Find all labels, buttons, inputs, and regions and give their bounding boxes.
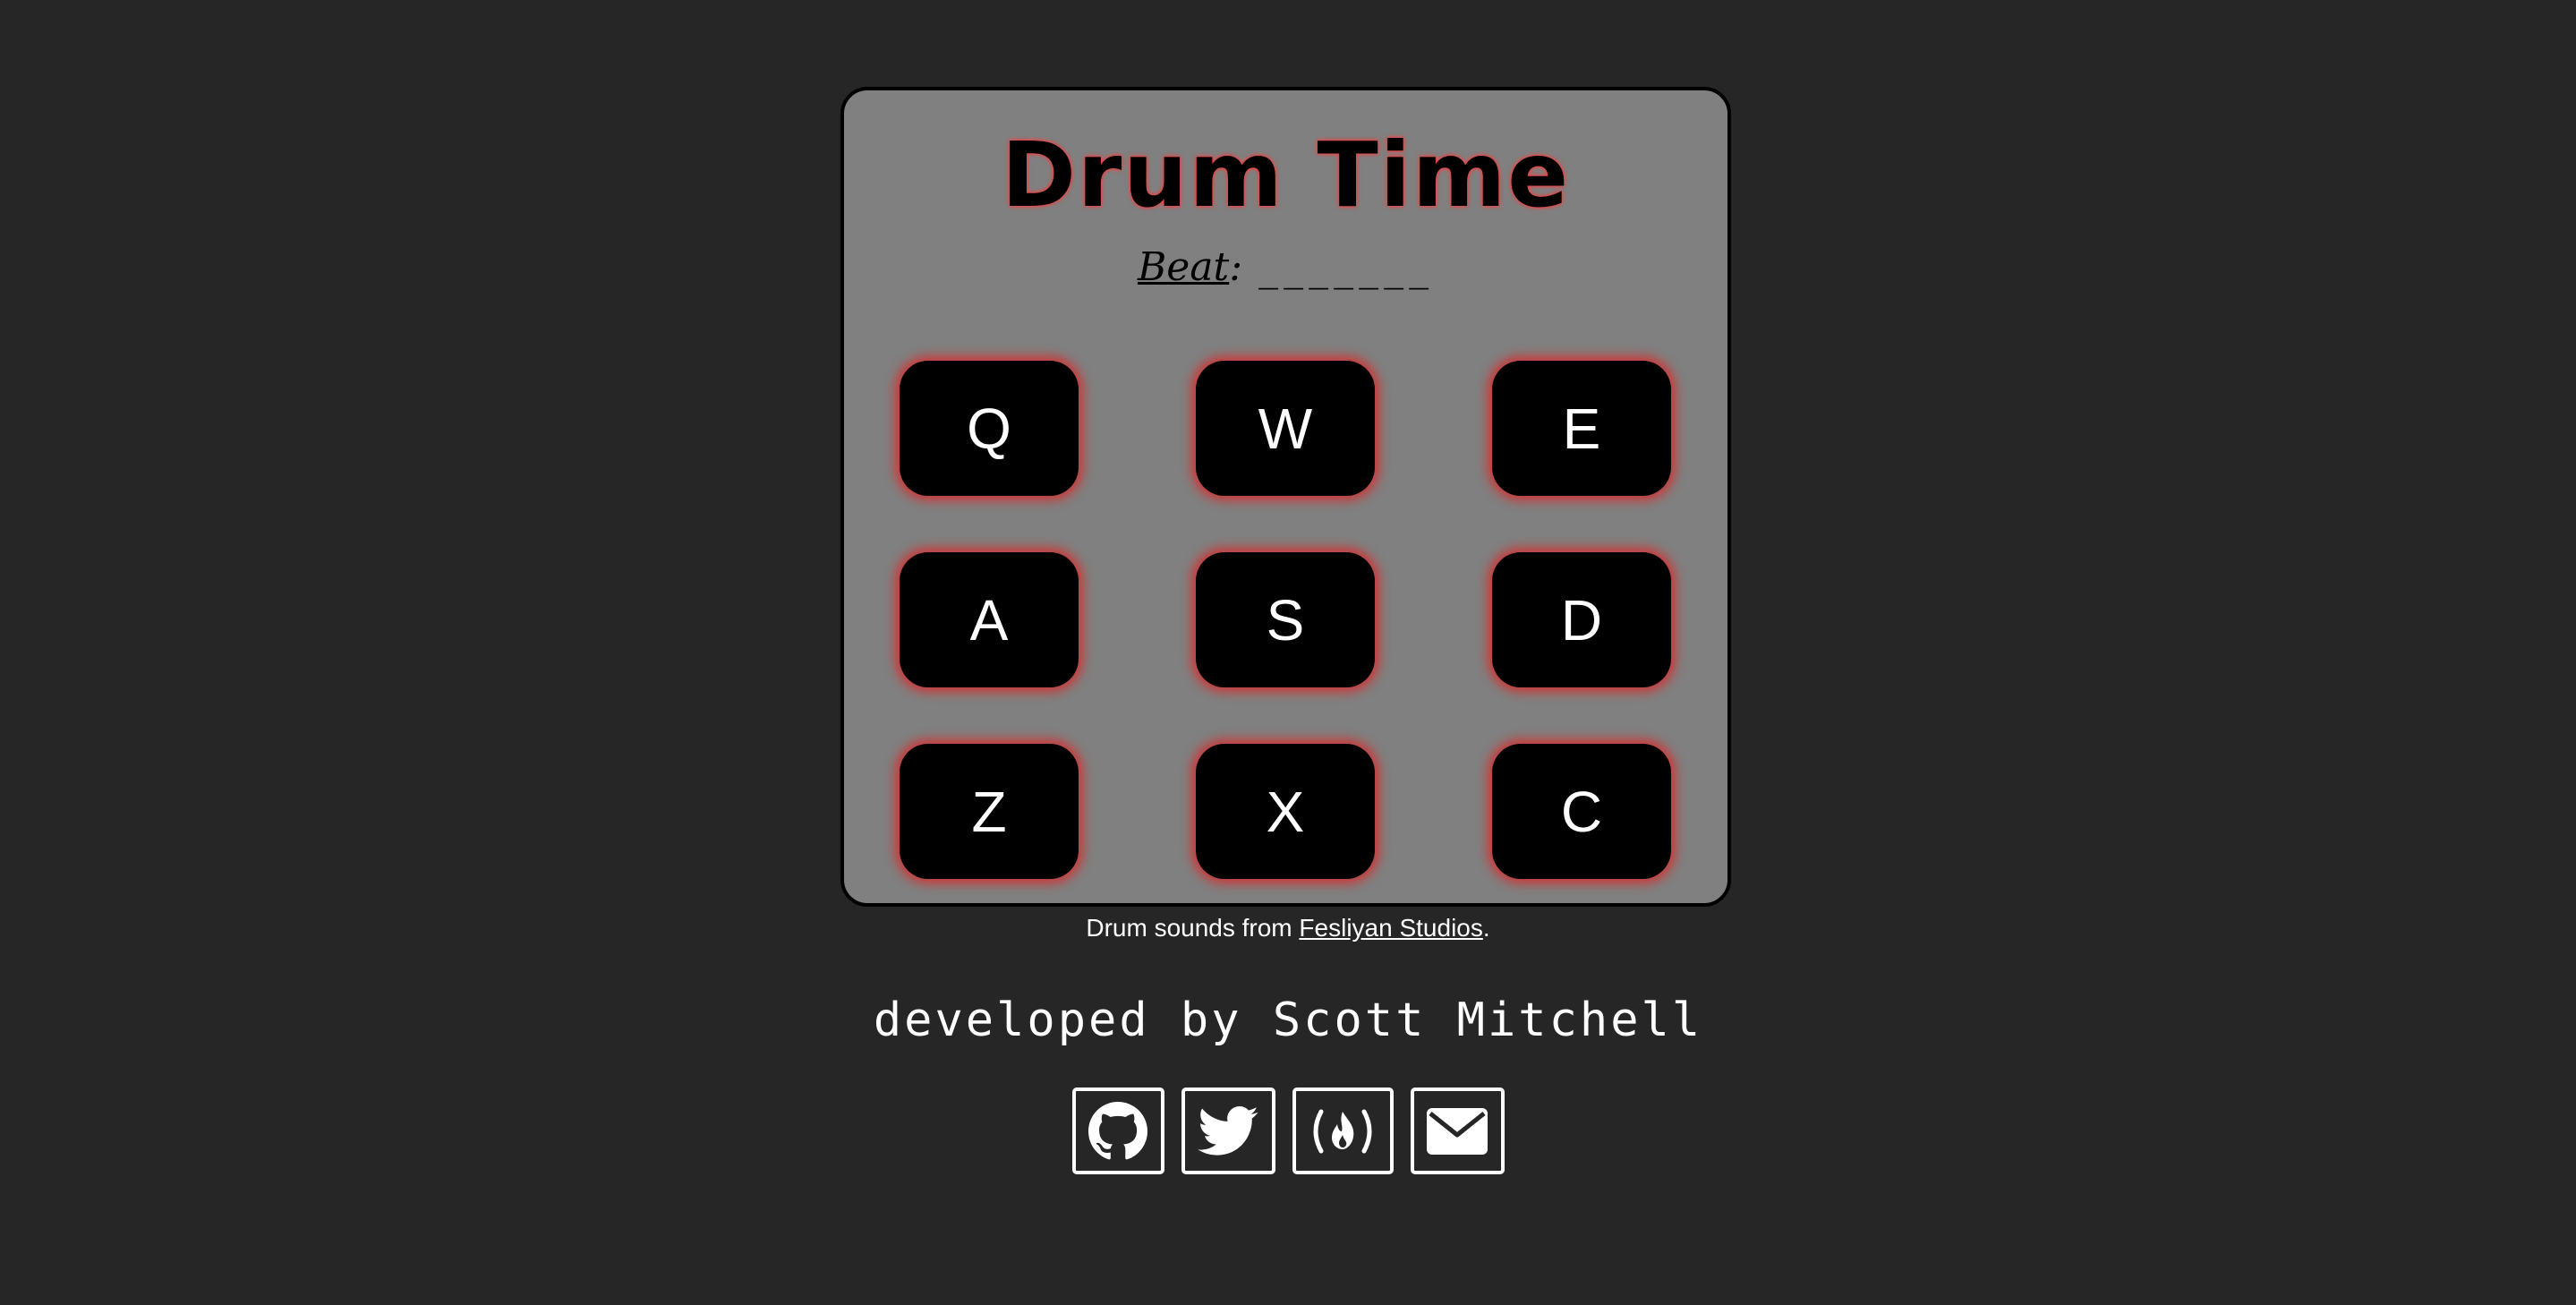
page-title: Drum Time xyxy=(1001,123,1571,227)
twitter-icon xyxy=(1198,1105,1258,1156)
freecodecamp-link[interactable] xyxy=(1292,1088,1394,1174)
developer-credit: developed by Scott Mitchell xyxy=(873,994,1703,1047)
beat-label: Beat xyxy=(1137,244,1230,290)
drum-pad-c[interactable]: C xyxy=(1492,744,1671,879)
fesliyan-studios-link[interactable]: Fesliyan Studios xyxy=(1299,914,1482,942)
drum-pad-z[interactable]: Z xyxy=(900,744,1079,879)
drum-pad-a[interactable]: A xyxy=(900,552,1079,687)
envelope-icon xyxy=(1427,1107,1488,1155)
github-link[interactable] xyxy=(1071,1088,1164,1174)
social-links xyxy=(0,1088,2576,1174)
drum-pad-q[interactable]: Q xyxy=(900,361,1079,496)
drum-pad-e[interactable]: E xyxy=(1492,361,1671,496)
freecodecamp-icon xyxy=(1313,1109,1372,1153)
drum-pad-x[interactable]: X xyxy=(1196,744,1375,879)
beat-value: _______ xyxy=(1258,244,1435,290)
credit-prefix: Drum sounds from xyxy=(1086,914,1300,942)
beat-display: Beat: _______ xyxy=(844,241,1727,294)
email-link[interactable] xyxy=(1410,1088,1505,1174)
drum-pad-grid: Q W E A S D Z X C xyxy=(900,361,1674,879)
drum-pad-s[interactable]: S xyxy=(1196,552,1375,687)
drum-machine-panel: Drum Time Beat: _______ Q W E A S D Z X C xyxy=(840,87,1731,907)
drum-pad-w[interactable]: W xyxy=(1196,361,1375,496)
github-icon xyxy=(1088,1101,1147,1159)
sound-credit: Drum sounds from Fesliyan Studios. xyxy=(0,910,2576,946)
beat-separator: : xyxy=(1229,244,1243,290)
credit-suffix: . xyxy=(1482,914,1490,942)
twitter-link[interactable] xyxy=(1181,1088,1275,1174)
drum-pad-d[interactable]: D xyxy=(1492,552,1671,687)
